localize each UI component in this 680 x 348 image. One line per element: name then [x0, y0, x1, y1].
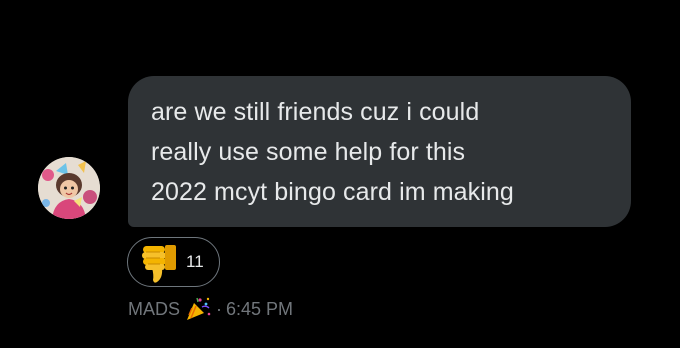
reaction-count: 11	[186, 252, 204, 271]
sender-name: MADS	[128, 298, 181, 319]
message-meta: MADS · 6:45 PM	[128, 296, 293, 322]
reaction-pill[interactable]: 11	[127, 237, 220, 287]
message-line: are we still friends cuz i could	[151, 98, 480, 126]
message-text: are we still friends cuz i could really …	[151, 92, 611, 212]
thumbs-down-icon	[142, 245, 176, 283]
message-line: really use some help for this	[151, 138, 466, 166]
message-bubble[interactable]: are we still friends cuz i could really …	[128, 76, 631, 227]
meta-separator: ·	[216, 298, 223, 319]
message-line: 2022 mcyt bingo card im making	[151, 178, 514, 206]
message-time: 6:45 PM	[226, 298, 294, 319]
avatar-image	[38, 157, 100, 219]
dm-message-row: are we still friends cuz i could really …	[0, 0, 680, 348]
avatar[interactable]	[38, 157, 100, 219]
party-popper-icon	[187, 297, 211, 320]
